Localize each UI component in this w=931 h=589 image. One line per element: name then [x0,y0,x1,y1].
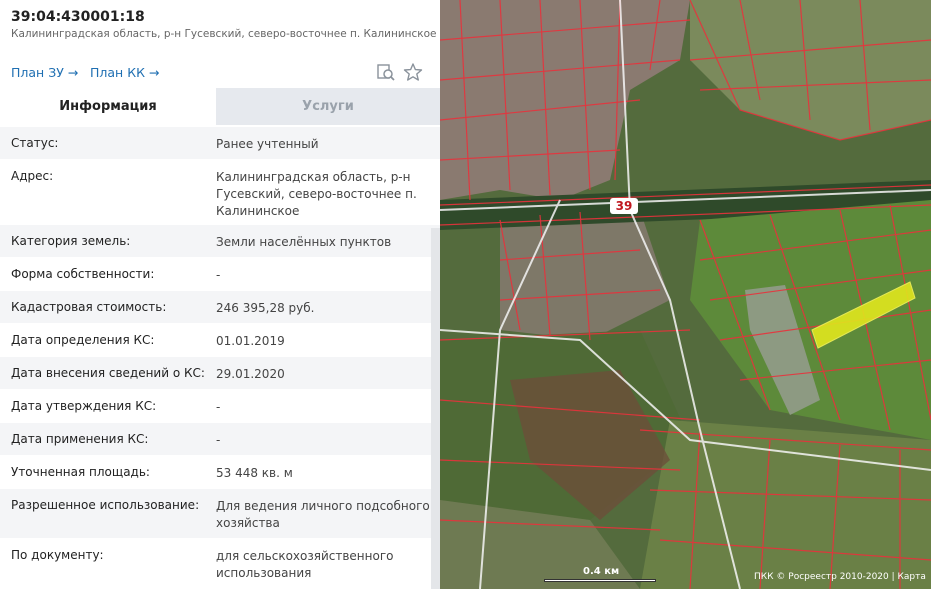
row-label: Адрес: [11,169,54,183]
row-label: Статус: [11,136,59,150]
table-row: Категория земель: Земли населённых пункт… [0,224,440,257]
row-value: Калининградская область, р-н Гусевский, … [216,170,417,218]
row-label: Форма собственности: [11,267,155,281]
row-value: Ранее учтенный [216,137,319,151]
scale-bar [544,579,656,582]
row-value: 246 395,28 руб. [216,301,315,315]
row-value: - [216,268,221,282]
address-subtitle: Калининградская область, р-н Гусевский, … [11,28,437,40]
table-row: Дата определения КС: 01.01.2019 [0,323,440,356]
table-row: Разрешенное использование: Для ведения л… [0,488,440,538]
row-value: 53 448 кв. м [216,466,293,480]
row-label: Уточненная площадь: [11,465,150,479]
table-row: Статус: Ранее учтенный [0,126,440,159]
map-view[interactable]: 39 0.4 км ПКК © Росреестр 2010-2020 | Ка… [440,0,931,589]
table-row: По документу: для сельскохозяйственного … [0,538,440,588]
tab-services[interactable]: Услуги [216,88,440,125]
row-value: для сельскохозяйственного использования [216,549,394,580]
table-row: Адрес: Калининградская область, р-н Гусе… [0,159,440,224]
star-icon[interactable] [403,62,423,82]
table-row: Дата утверждения КС: - [0,389,440,422]
row-label: Разрешенное использование: [11,498,200,512]
satellite-map[interactable] [440,0,931,589]
row-label: Категория земель: [11,234,131,248]
attribute-table: Статус: Ранее учтенный Адрес: Калинингра… [0,126,440,588]
row-label: Дата внесения сведений о КС: [11,366,205,380]
table-row: Дата внесения сведений о КС: 29.01.2020 [0,356,440,389]
tab-information[interactable]: Информация [0,88,216,125]
row-value: 01.01.2019 [216,334,285,348]
table-row: Уточненная площадь: 53 448 кв. м [0,455,440,488]
row-value: - [216,400,221,414]
scrollbar[interactable] [431,228,440,589]
cadastral-number: 39:04:430001:18 [11,9,145,25]
road-number-badge: 39 [610,198,638,214]
row-value: - [216,433,221,447]
table-row: Кадастровая стоимость: 246 395,28 руб. [0,290,440,323]
table-row: Дата применения КС: - [0,422,440,455]
row-value: 29.01.2020 [216,367,285,381]
row-value: Земли населённых пунктов [216,235,392,249]
row-label: Дата применения КС: [11,432,149,446]
table-row: Форма собственности: - [0,257,440,290]
row-label: Кадастровая стоимость: [11,300,167,314]
search-document-icon[interactable] [376,62,396,82]
tab-bar: Информация Услуги [0,88,440,125]
map-copyright: ПКК © Росреестр 2010-2020 | Карта [754,572,926,582]
row-label: По документу: [11,548,104,562]
row-label: Дата определения КС: [11,333,155,347]
info-panel: 39:04:430001:18 Калининградская область,… [0,0,440,589]
plan-zu-link[interactable]: План ЗУ → [11,65,78,80]
plan-kk-link[interactable]: План КК → [90,65,159,80]
row-value: Для ведения личного подсобного хозяйства [216,499,430,530]
scale-label: 0.4 км [583,566,620,577]
row-label: Дата утверждения КС: [11,399,157,413]
